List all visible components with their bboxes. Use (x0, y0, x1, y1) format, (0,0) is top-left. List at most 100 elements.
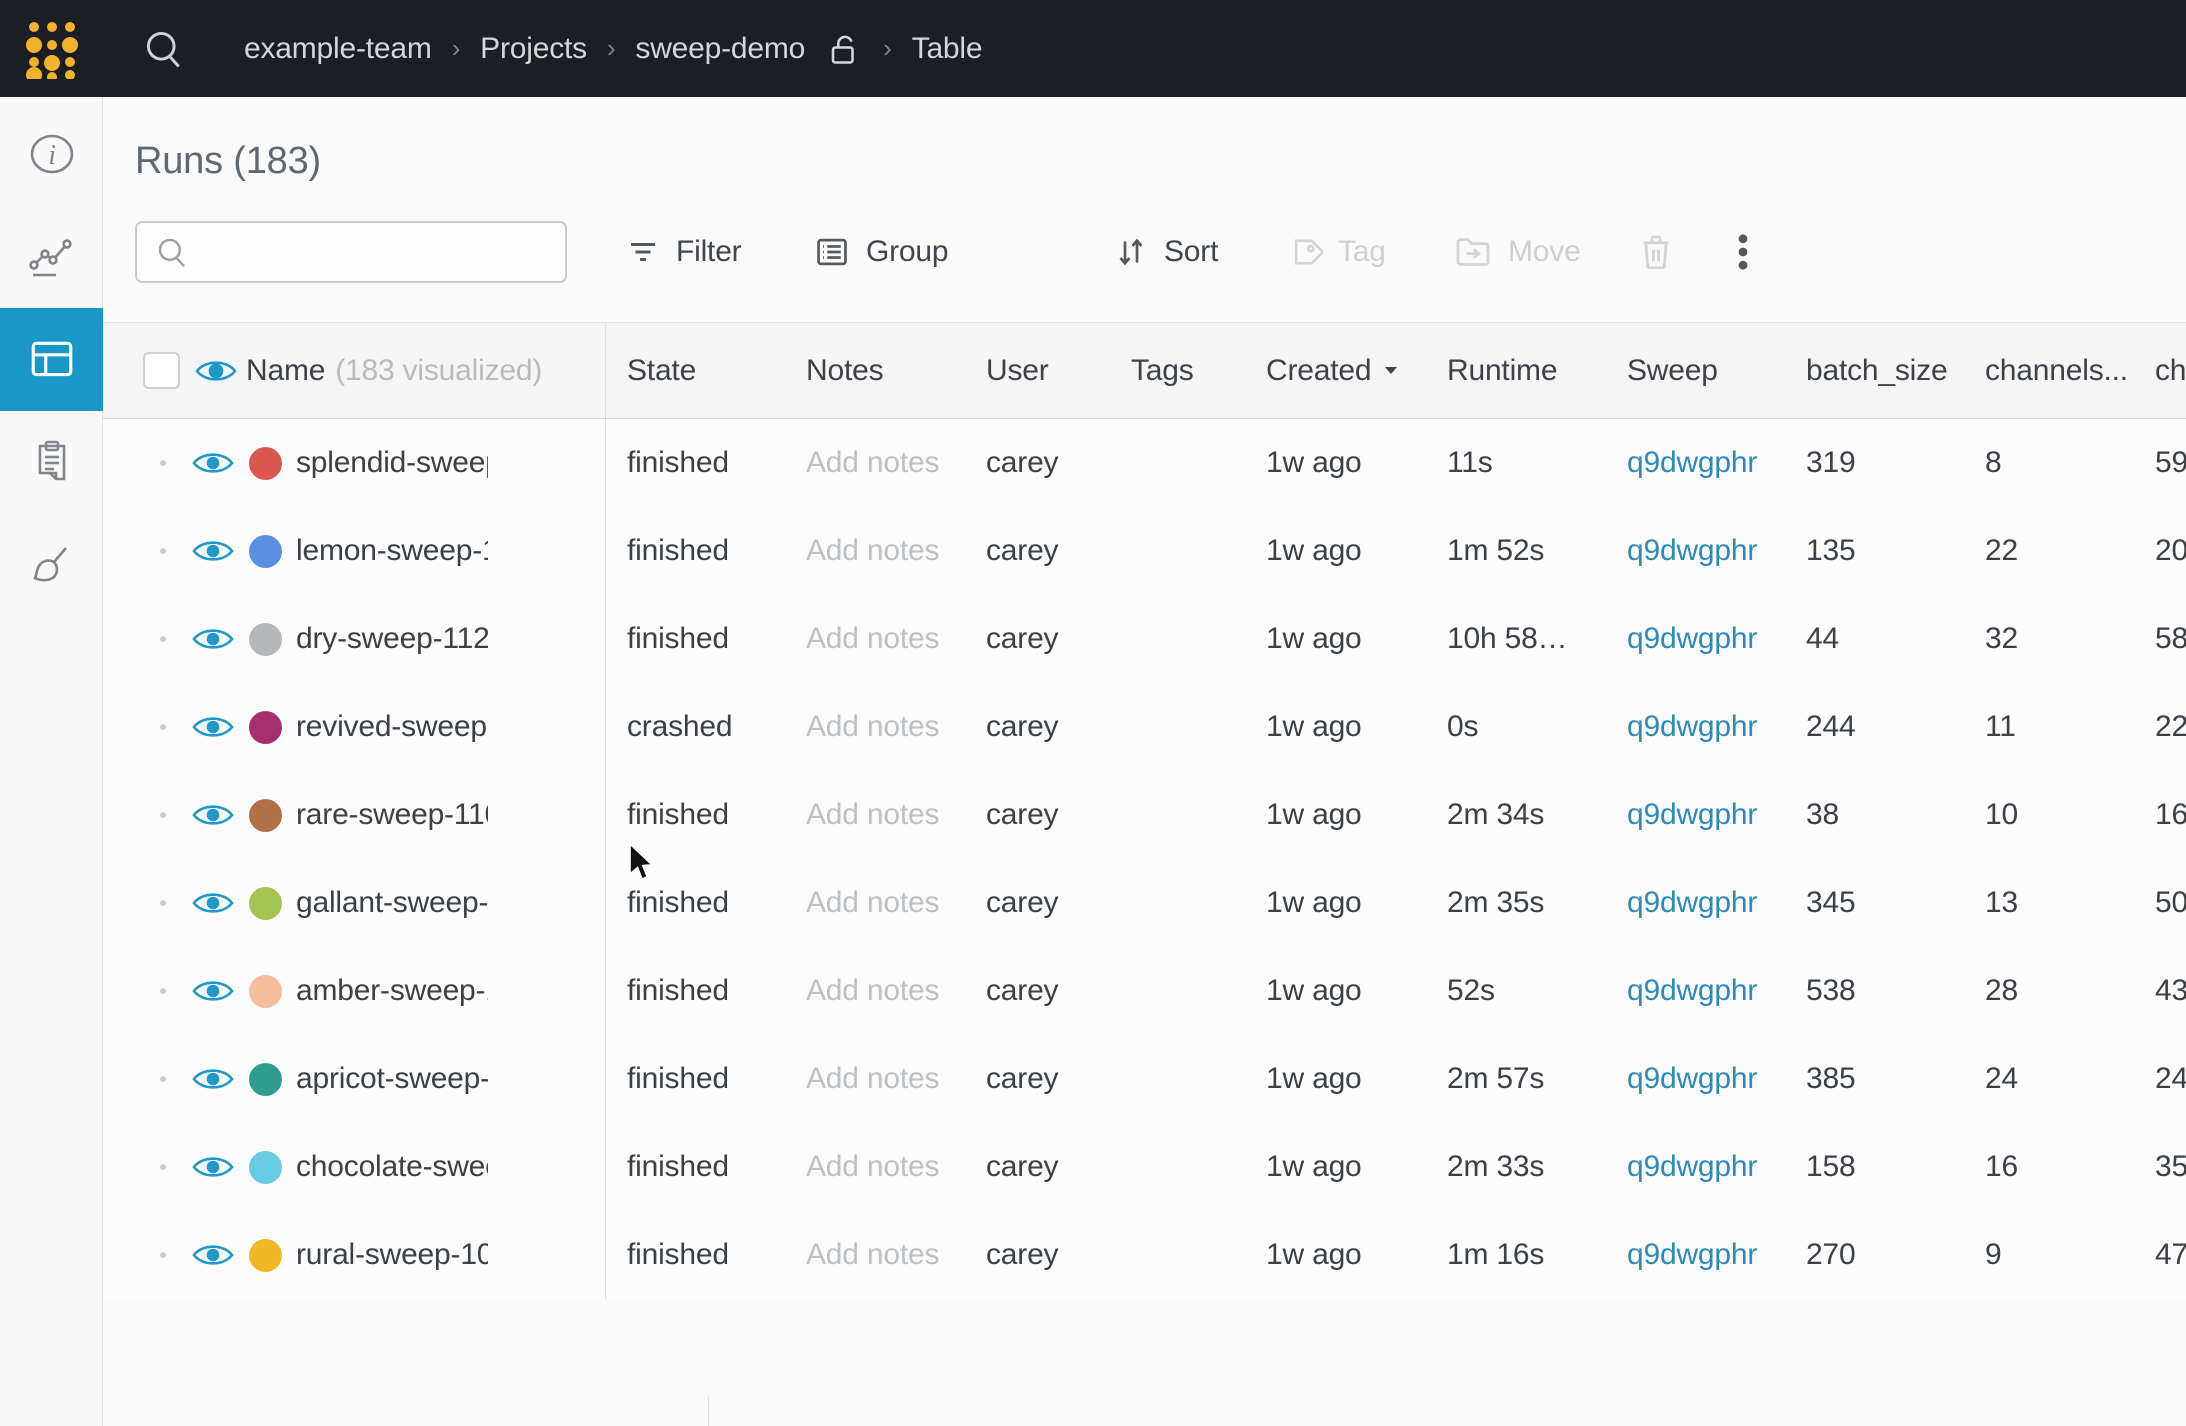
drag-handle-dot[interactable] (143, 812, 183, 818)
drag-handle-dot[interactable] (143, 1164, 183, 1170)
visibility-eye-icon[interactable] (191, 976, 235, 1006)
run-sweep-link[interactable]: q9dwgphr (1627, 1238, 1757, 1271)
filter-button[interactable]: Filter (625, 221, 741, 283)
run-state: finished (605, 1035, 785, 1123)
run-runtime: 2m 34s (1426, 798, 1606, 832)
select-all-checkbox[interactable] (143, 352, 180, 389)
table-row[interactable]: apricot-sweep-107 finished Add notes car… (103, 1035, 2186, 1123)
table-row[interactable]: gallant-sweep-109 finished Add notes car… (103, 859, 2186, 947)
table-row[interactable]: chocolate-sweep-106 finished Add notes c… (103, 1123, 2186, 1211)
breadcrumb-view[interactable]: Table (912, 32, 983, 66)
run-notes[interactable]: Add notes (785, 622, 965, 656)
run-sweep-link[interactable]: q9dwgphr (1627, 534, 1757, 567)
search-icon[interactable] (142, 27, 186, 71)
run-name: dry-sweep-112 (296, 622, 488, 656)
sort-button[interactable]: Sort (1113, 221, 1218, 283)
drag-handle-dot[interactable] (143, 900, 183, 906)
wandb-logo[interactable] (22, 19, 82, 79)
sidebar-item-notes[interactable] (0, 411, 103, 514)
run-notes[interactable]: Add notes (785, 1150, 965, 1184)
column-header-notes[interactable]: Notes (785, 354, 965, 388)
move-button[interactable]: Move (1453, 221, 1581, 283)
drag-handle-dot[interactable] (143, 636, 183, 642)
run-created: 1w ago (1245, 622, 1426, 656)
run-sweep-link[interactable]: q9dwgphr (1627, 798, 1757, 831)
sidebar-item-overview[interactable]: i (0, 102, 103, 205)
run-user: carey (965, 534, 1110, 568)
run-sweep-link[interactable]: q9dwgphr (1627, 1062, 1757, 1095)
visibility-eye-icon[interactable] (191, 1240, 235, 1270)
run-notes[interactable]: Add notes (785, 974, 965, 1008)
visibility-eye-icon[interactable] (191, 712, 235, 742)
visibility-eye-icon[interactable] (191, 448, 235, 478)
tag-icon (1285, 233, 1323, 271)
column-header-tags[interactable]: Tags (1110, 354, 1245, 388)
run-sweep-link[interactable]: q9dwgphr (1627, 622, 1757, 655)
sidebar-item-table[interactable] (0, 308, 103, 411)
table-row[interactable]: revived-sweep-111 crashed Add notes care… (103, 683, 2186, 771)
group-button[interactable]: Group (813, 221, 948, 283)
run-notes[interactable]: Add notes (785, 798, 965, 832)
drag-handle-dot[interactable] (143, 1252, 183, 1258)
run-user: carey (965, 886, 1110, 920)
table-row[interactable]: rural-sweep-105 finished Add notes carey… (103, 1211, 2186, 1299)
column-header-batch-size[interactable]: batch_size (1785, 354, 1964, 388)
run-notes[interactable]: Add notes (785, 534, 965, 568)
table-row[interactable]: rare-sweep-110 finished Add notes carey … (103, 771, 2186, 859)
column-header-created[interactable]: Created (1245, 354, 1426, 388)
run-batch-size: 44 (1785, 622, 1964, 656)
column-header-runtime[interactable]: Runtime (1426, 354, 1606, 388)
visibility-eye-icon[interactable] (191, 536, 235, 566)
breadcrumb-projects[interactable]: Projects (480, 32, 587, 66)
table-row[interactable]: amber-sweep-108 finished Add notes carey… (103, 947, 2186, 1035)
run-channels: 32 (1964, 622, 2134, 656)
drag-handle-dot[interactable] (143, 988, 183, 994)
table-row[interactable]: splendid-sweep-114 finished Add notes ca… (103, 419, 2186, 507)
sidebar-item-sweeps[interactable] (0, 514, 103, 617)
visibility-eye-icon[interactable] (191, 888, 235, 918)
drag-handle-dot[interactable] (143, 1076, 183, 1082)
run-user: carey (965, 1238, 1110, 1272)
run-color-dot (249, 1151, 282, 1184)
run-notes[interactable]: Add notes (785, 710, 965, 744)
visibility-eye-icon[interactable] (191, 1064, 235, 1094)
drag-handle-dot[interactable] (143, 724, 183, 730)
drag-handle-dot[interactable] (143, 460, 183, 466)
column-header-user[interactable]: User (965, 354, 1110, 388)
column-header-channels[interactable]: channels... (1964, 354, 2134, 388)
run-notes[interactable]: Add notes (785, 446, 965, 480)
run-user: carey (965, 622, 1110, 656)
run-notes[interactable]: Add notes (785, 1062, 965, 1096)
table-row[interactable]: dry-sweep-112 finished Add notes carey 1… (103, 595, 2186, 683)
run-user: carey (965, 1150, 1110, 1184)
tag-button[interactable]: Tag (1285, 221, 1386, 283)
run-sweep-link[interactable]: q9dwgphr (1627, 710, 1757, 743)
visibility-eye-icon[interactable] (191, 1152, 235, 1182)
visibility-all-icon[interactable] (194, 356, 238, 386)
visibility-eye-icon[interactable] (191, 800, 235, 830)
breadcrumb-team[interactable]: example-team (244, 32, 432, 66)
column-header-name[interactable]: Name (246, 354, 325, 388)
runs-search-input[interactable] (201, 236, 561, 268)
visibility-eye-icon[interactable] (191, 624, 235, 654)
sidebar-item-charts[interactable] (0, 205, 103, 308)
drag-handle-dot[interactable] (143, 548, 183, 554)
run-sweep-link[interactable]: q9dwgphr (1627, 886, 1757, 919)
more-actions-button[interactable] (1725, 221, 1761, 283)
run-sweep-link[interactable]: q9dwgphr (1627, 446, 1757, 479)
run-sweep-link[interactable]: q9dwgphr (1627, 1150, 1757, 1183)
run-runtime: 52s (1426, 974, 1606, 1008)
column-header-channels-2[interactable]: ch (2134, 354, 2186, 388)
delete-button[interactable] (1636, 221, 1676, 283)
column-header-state[interactable]: State (605, 323, 785, 418)
run-runtime: 11s (1426, 446, 1606, 480)
breadcrumb-project[interactable]: sweep-demo (635, 32, 805, 66)
runs-search-box[interactable] (135, 221, 567, 283)
run-notes[interactable]: Add notes (785, 886, 965, 920)
run-notes[interactable]: Add notes (785, 1238, 965, 1272)
sort-arrows-icon (1113, 234, 1149, 270)
run-sweep-link[interactable]: q9dwgphr (1627, 974, 1757, 1007)
table-row[interactable]: lemon-sweep-113 finished Add notes carey… (103, 507, 2186, 595)
run-color-dot (249, 1063, 282, 1096)
column-header-sweep[interactable]: Sweep (1606, 354, 1785, 388)
